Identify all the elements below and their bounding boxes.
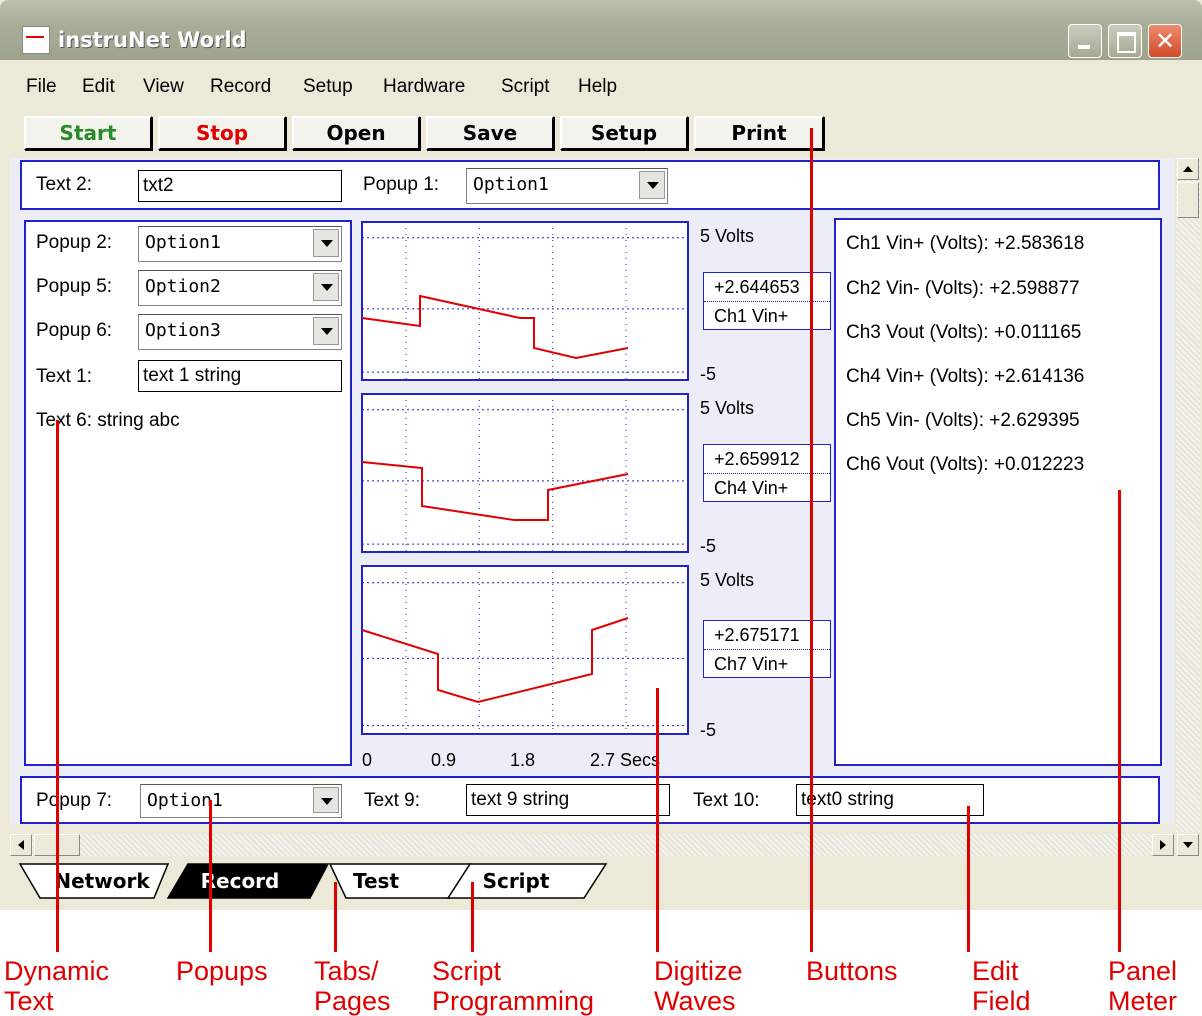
annotation-line	[810, 128, 813, 952]
menu-setup[interactable]: Setup	[303, 76, 353, 98]
chart-frame	[361, 565, 689, 735]
meter-line: Ch3 Vout (Volts): +0.011165	[846, 322, 1082, 343]
open-button[interactable]: Open	[292, 116, 420, 150]
menu-script[interactable]: Script	[501, 76, 550, 98]
text9-field[interactable]: text 9 string	[466, 784, 670, 816]
save-button[interactable]: Save	[426, 116, 554, 150]
text9-label: Text 9:	[364, 790, 420, 811]
popup5-select[interactable]: Option2	[138, 270, 342, 306]
tab-script[interactable]: Script	[456, 866, 576, 896]
popup5-value: Option2	[145, 276, 221, 297]
chart2-scale-bottom: -5	[700, 536, 717, 556]
horizontal-scrollbar[interactable]	[10, 834, 1174, 856]
chevron-down-icon[interactable]	[313, 787, 339, 813]
annotation-script-programming: Script Programming	[432, 956, 595, 1016]
close-button[interactable]: ✕	[1148, 24, 1182, 58]
meter-line: Ch2 Vin- (Volts): +2.598877	[846, 278, 1080, 299]
popup6-select[interactable]: Option3	[138, 314, 342, 350]
chart-frame	[361, 221, 689, 381]
scroll-down-icon[interactable]	[1177, 834, 1199, 856]
chart3-scale-bottom: -5	[700, 720, 717, 740]
annotation-tabs-pages: Tabs/Pages	[314, 956, 391, 1016]
menu-hardware[interactable]: Hardware	[383, 76, 465, 98]
annotation-line	[209, 800, 212, 952]
menu-edit[interactable]: Edit	[82, 76, 115, 98]
annotation-line	[471, 882, 474, 952]
annotation-line	[656, 688, 659, 952]
chevron-down-icon[interactable]	[313, 273, 339, 301]
maximize-button[interactable]	[1108, 24, 1142, 58]
chart1-scale-bottom: -5	[700, 364, 717, 384]
text10-label: Text 10:	[693, 790, 760, 811]
meter-line: Ch4 Vin+ (Volts): +2.614136	[846, 366, 1085, 387]
annotation-digitize-waves: Digitize Waves	[654, 956, 743, 1016]
popup7-label: Popup 7:	[36, 790, 113, 811]
x-tick-1: 0.9	[431, 750, 457, 770]
annotation-panel-meter: Panel Meter	[1108, 956, 1178, 1016]
text2-label: Text 2:	[36, 174, 92, 195]
annotation-line	[334, 882, 337, 952]
popup2-label: Popup 2:	[36, 232, 113, 253]
menu-help[interactable]: Help	[578, 76, 617, 98]
chart3-scale-top: 5 Volts	[700, 570, 755, 590]
popup5-label: Popup 5:	[36, 276, 113, 297]
annotation-dynamic-text: Dynamic Text	[4, 956, 110, 1016]
annotation-edit-field: Edit Field	[972, 956, 1031, 1016]
setup-button[interactable]: Setup	[560, 116, 688, 150]
popup1-label: Popup 1:	[363, 174, 440, 195]
menu-record[interactable]: Record	[210, 76, 271, 98]
popup1-select[interactable]: Option1	[466, 168, 668, 204]
text1-label: Text 1:	[36, 366, 92, 387]
start-button[interactable]: Start	[24, 116, 152, 150]
text2-field[interactable]: txt2	[138, 170, 342, 202]
meter-line: Ch1 Vin+ (Volts): +2.583618	[846, 233, 1085, 254]
app-window: instruNet World ✕ File Edit View Record …	[0, 0, 1202, 910]
popup2-value: Option1	[145, 232, 221, 253]
annotation-line	[967, 806, 970, 952]
chart1-scale-top: 5 Volts	[700, 226, 755, 246]
chevron-down-icon[interactable]	[313, 317, 339, 345]
chart-frame	[361, 393, 689, 553]
title-bar[interactable]: instruNet World ✕	[0, 0, 1202, 60]
x-tick-0: 0	[362, 750, 373, 770]
popup6-label: Popup 6:	[36, 320, 113, 341]
minimize-button[interactable]	[1068, 24, 1102, 58]
text1-field[interactable]: text 1 string	[138, 360, 342, 392]
annotation-line	[56, 420, 59, 952]
app-icon	[22, 26, 50, 54]
annotation-buttons: Buttons	[806, 956, 898, 986]
window-title: instruNet World	[58, 28, 247, 52]
menu-view[interactable]: View	[143, 76, 184, 98]
annotation-popups: Popups	[176, 956, 268, 986]
panel-meter	[834, 218, 1162, 766]
stop-button[interactable]: Stop	[158, 116, 286, 150]
vertical-scrollbar[interactable]	[1176, 158, 1200, 832]
annotation-line	[1118, 490, 1121, 952]
print-button[interactable]: Print	[694, 116, 824, 150]
scroll-left-icon[interactable]	[10, 834, 32, 856]
tab-record[interactable]: Record	[180, 866, 300, 896]
close-icon: ✕	[1154, 27, 1176, 55]
popup2-select[interactable]: Option1	[138, 226, 342, 262]
text10-field[interactable]: text0 string	[796, 784, 984, 816]
popup7-select[interactable]: Option1	[140, 784, 342, 818]
vertical-scroll-thumb[interactable]	[1177, 182, 1199, 218]
scroll-right-icon[interactable]	[1152, 834, 1174, 856]
x-tick-2: 1.8	[510, 750, 536, 770]
chevron-down-icon[interactable]	[313, 229, 339, 257]
x-tick-3: 2.7 Secs	[590, 750, 661, 770]
chart2-scale-top: 5 Volts	[700, 398, 755, 418]
popup1-value: Option1	[473, 174, 549, 195]
menu-file[interactable]: File	[26, 76, 57, 98]
chevron-down-icon[interactable]	[639, 171, 665, 199]
meter-line: Ch6 Vout (Volts): +0.012223	[846, 454, 1085, 475]
meter-line: Ch5 Vin- (Volts): +2.629395	[846, 410, 1080, 431]
scroll-up-icon[interactable]	[1177, 158, 1199, 180]
tab-network[interactable]: Network	[42, 866, 162, 896]
popup6-value: Option3	[145, 320, 221, 341]
